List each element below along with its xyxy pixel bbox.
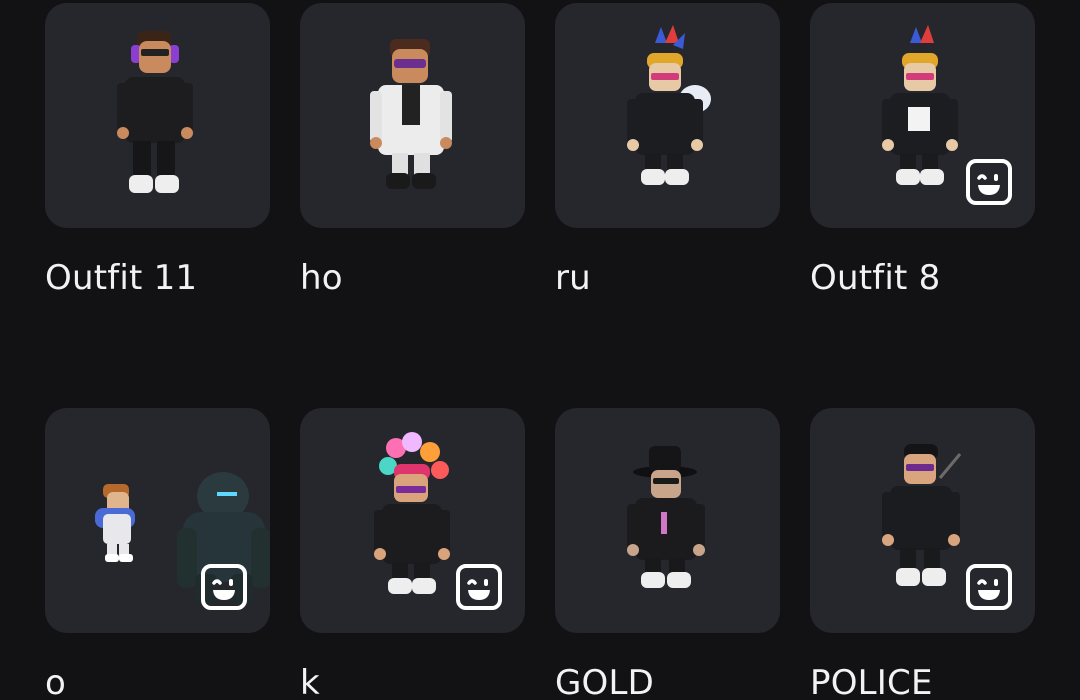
outfit-card[interactable]: ru xyxy=(555,3,780,298)
outfit-thumbnail[interactable] xyxy=(45,408,270,633)
outfit-name: Outfit 11 xyxy=(45,258,198,298)
outfit-card[interactable]: k xyxy=(300,408,525,700)
avatar-image xyxy=(627,446,705,588)
outfit-name: POLICE xyxy=(810,663,933,700)
outfit-thumbnail[interactable] xyxy=(810,408,1035,633)
avatar-image xyxy=(117,31,193,193)
outfits-grid: Outfit 11 ho ru Outfit 8 o k GOLD POLICE xyxy=(0,0,1080,700)
outfit-name: GOLD xyxy=(555,663,655,700)
outfit-thumbnail[interactable] xyxy=(555,3,780,228)
outfit-thumbnail[interactable] xyxy=(810,3,1035,228)
dynamic-head-smile-icon xyxy=(966,564,1012,610)
outfit-name: Outfit 8 xyxy=(810,258,941,298)
outfit-card[interactable]: Outfit 11 xyxy=(45,3,270,298)
outfit-card[interactable]: Outfit 8 xyxy=(810,3,1035,298)
outfit-name: ru xyxy=(555,258,591,298)
outfit-name: o xyxy=(45,663,67,700)
outfit-name: k xyxy=(300,663,320,700)
dynamic-head-smile-icon xyxy=(201,564,247,610)
avatar-image xyxy=(370,39,452,189)
outfit-thumbnail[interactable] xyxy=(555,408,780,633)
dynamic-head-smile-icon xyxy=(966,159,1012,205)
outfit-card[interactable]: o xyxy=(45,408,270,700)
dynamic-head-smile-icon xyxy=(456,564,502,610)
outfit-card[interactable]: ho xyxy=(300,3,525,298)
outfit-thumbnail[interactable] xyxy=(300,408,525,633)
avatar-image xyxy=(627,25,711,185)
outfit-thumbnail[interactable] xyxy=(45,3,270,228)
outfit-name: ho xyxy=(300,258,343,298)
outfit-thumbnail[interactable] xyxy=(300,3,525,228)
outfit-card[interactable]: POLICE xyxy=(810,408,1035,700)
outfit-card[interactable]: GOLD xyxy=(555,408,780,700)
